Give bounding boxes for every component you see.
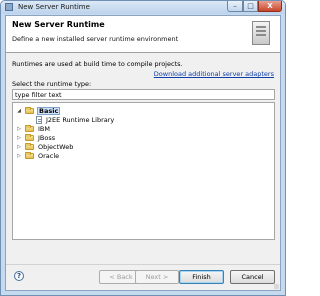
dialog-body: New Server Runtime Define a new installe… [5,15,281,291]
info-text: Runtimes are used at build time to compi… [12,60,183,68]
server-icon [252,21,270,45]
expand-arrow-icon[interactable]: ▷ [16,134,22,142]
expand-arrow-icon[interactable]: ▷ [16,125,22,133]
window-title: New Server Runtime [18,3,90,11]
expand-arrow-icon[interactable]: ▷ [16,143,22,151]
app-icon [5,3,13,11]
tree-item-j2ee-runtime-library[interactable]: J2EE Runtime Library [16,116,266,124]
dialog-window: New Server Runtime – □ X New Server Runt… [0,0,286,296]
tree-item-basic[interactable]: ◢ Basic [16,107,266,115]
download-adapters-link[interactable]: Download additional server adapters [154,70,274,78]
folder-icon [25,134,34,141]
tree-item-oracle[interactable]: ▷ Oracle [16,152,266,160]
title-bar[interactable]: New Server Runtime – □ X [1,1,285,14]
runtime-tree[interactable]: ◢ Basic J2EE Runtime Library ▷ IBM ▷ JBo… [12,102,275,240]
folder-icon [25,107,34,114]
tree-item-label: Oracle [38,152,60,160]
expand-arrow-icon[interactable]: ▷ [16,152,22,160]
button-bar-separator [6,264,280,265]
tree-item-label: J2EE Runtime Library [46,116,115,124]
tree-item-label: Basic [37,107,61,115]
select-runtime-label: Select the runtime type: [12,80,92,88]
tree-item-label: ObjectWeb [38,143,74,151]
maximize-button[interactable]: □ [243,1,258,12]
resize-grip-icon[interactable] [273,283,279,289]
banner-description: Define a new installed server runtime en… [12,35,179,43]
next-button[interactable]: Next > [135,270,179,284]
tree-item-jboss[interactable]: ▷ JBoss [16,134,266,142]
folder-icon [25,143,34,150]
folder-icon [25,125,34,132]
tree-item-label: IBM [38,125,50,133]
cancel-button[interactable]: Cancel [230,270,275,284]
wizard-banner: New Server Runtime Define a new installe… [6,16,280,53]
collapse-arrow-icon[interactable]: ◢ [16,107,22,115]
folder-icon [25,152,34,159]
banner-title: New Server Runtime [12,20,105,29]
tree-item-ibm[interactable]: ▷ IBM [16,125,266,133]
close-button[interactable]: X [258,1,282,12]
finish-button[interactable]: Finish [179,270,224,284]
runtime-library-icon [36,116,42,124]
filter-input[interactable] [12,89,275,100]
help-icon[interactable]: ? [14,271,24,281]
tree-item-label: JBoss [38,134,56,142]
tree-item-objectweb[interactable]: ▷ ObjectWeb [16,143,266,151]
minimize-button[interactable]: – [227,1,243,12]
